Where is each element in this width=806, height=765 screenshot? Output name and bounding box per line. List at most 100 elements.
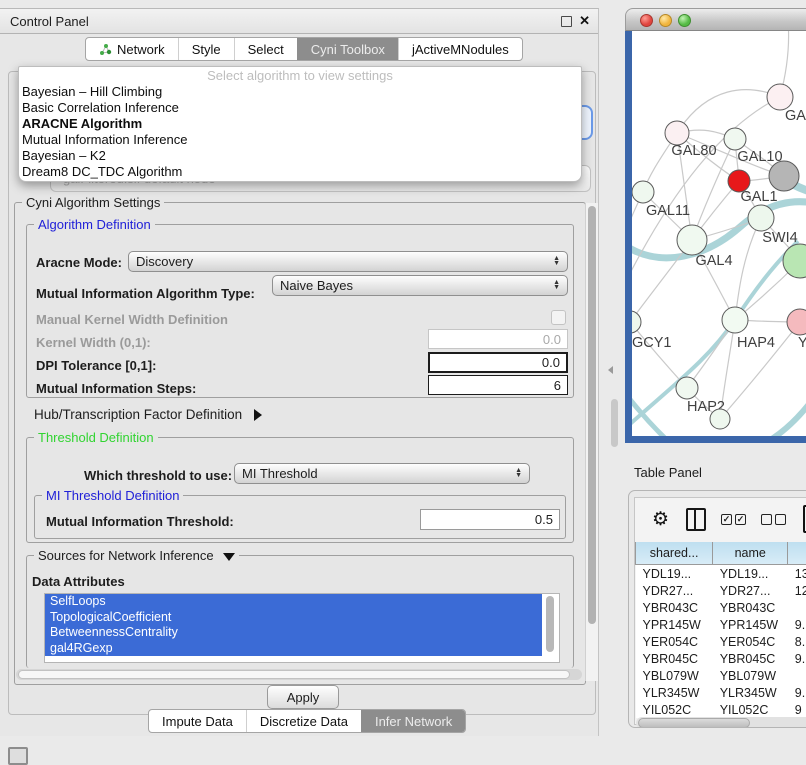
table-cell[interactable]: YBR045C xyxy=(713,650,788,667)
node-attribute-table[interactable]: shared...name YDL19...YDL19...13YDR27...… xyxy=(635,542,806,718)
table-row[interactable]: YPR145WYPR145W9. xyxy=(636,616,806,633)
table-cell[interactable]: YIL052C xyxy=(636,701,713,718)
sources-group-toggle[interactable]: Sources for Network Inference xyxy=(34,548,239,563)
table-row[interactable]: YBR043CYBR043C xyxy=(636,599,806,616)
table-cell[interactable]: YLR345W xyxy=(636,684,713,701)
data-attribute-item[interactable]: TopologicalCoefficient xyxy=(45,610,542,626)
kernel-width-field[interactable]: 0.0 xyxy=(428,329,568,349)
aracne-mode-combobox[interactable]: Discovery xyxy=(128,251,568,272)
tab-cyni-toolbox[interactable]: Cyni Toolbox xyxy=(297,38,398,60)
close-window-icon[interactable] xyxy=(640,14,653,27)
table-cell[interactable]: 9. xyxy=(788,684,806,701)
table-row[interactable]: YIL052CYIL052C9 xyxy=(636,701,806,718)
tab-network[interactable]: Network xyxy=(86,38,178,60)
table-row[interactable]: YDL19...YDL19...13 xyxy=(636,565,806,583)
dropdown-item[interactable]: Bayesian – K2 xyxy=(19,148,581,164)
network-node[interactable] xyxy=(632,311,641,333)
table-cell[interactable]: YPR145W xyxy=(636,616,713,633)
table-cell[interactable]: YER054C xyxy=(713,633,788,650)
gear-icon[interactable]: ⚙ xyxy=(652,510,669,529)
which-threshold-combobox[interactable]: MI Threshold xyxy=(234,463,530,484)
float-panel-icon[interactable] xyxy=(561,16,572,27)
table-cell[interactable] xyxy=(788,667,806,684)
tab-infer-network[interactable]: Infer Network xyxy=(361,710,465,732)
dropdown-item[interactable]: Dream8 DC_TDC Algorithm xyxy=(19,164,581,180)
dpi-tolerance-field[interactable]: 0.0 xyxy=(428,352,568,373)
settings-horizontal-scrollbar-thumb[interactable] xyxy=(18,670,570,679)
data-attribute-item[interactable]: BetweennessCentrality xyxy=(45,625,542,641)
dropdown-item[interactable]: Mutual Information Inference xyxy=(19,132,581,148)
network-node[interactable] xyxy=(783,244,806,278)
table-row[interactable]: YLR345WYLR345W9. xyxy=(636,684,806,701)
table-cell[interactable]: YER054C xyxy=(636,633,713,650)
table-cell[interactable]: 13 xyxy=(788,565,806,583)
table-cell[interactable]: YBR045C xyxy=(636,650,713,667)
data-attribute-item[interactable]: SelfLoops xyxy=(45,594,542,610)
tab-discretize-data[interactable]: Discretize Data xyxy=(246,710,361,732)
table-column-header[interactable]: shared... xyxy=(636,542,713,565)
table-cell[interactable]: YBR043C xyxy=(636,599,713,616)
network-node[interactable] xyxy=(769,161,799,191)
table-cell[interactable]: YDL19... xyxy=(713,565,788,583)
table-cell[interactable]: YDL19... xyxy=(636,565,713,583)
table-cell[interactable]: YIL052C xyxy=(713,701,788,718)
settings-vertical-scrollbar-thumb[interactable] xyxy=(588,206,596,624)
close-panel-icon[interactable]: ✕ xyxy=(579,13,590,29)
table-horizontal-scrollbar[interactable] xyxy=(636,717,806,728)
table-cell[interactable]: YDR27... xyxy=(713,582,788,599)
panel-splitter-handle[interactable] xyxy=(608,366,613,374)
manual-kernel-width-checkbox[interactable] xyxy=(551,310,566,325)
table-horizontal-scrollbar-thumb[interactable] xyxy=(638,718,750,728)
select-all-columns-icon[interactable]: ✓✓ xyxy=(721,514,746,525)
side-scrollbar-fragment[interactable] xyxy=(611,399,618,447)
network-node[interactable] xyxy=(710,409,730,429)
table-row[interactable]: YDR27...YDR27...12 xyxy=(636,582,806,599)
table-cell[interactable]: YDR27... xyxy=(636,582,713,599)
table-cell[interactable]: 12 xyxy=(788,582,806,599)
show-columns-icon[interactable] xyxy=(686,508,706,531)
network-node[interactable] xyxy=(676,377,698,399)
table-cell[interactable]: 9 xyxy=(788,701,806,718)
table-cell[interactable]: YBR043C xyxy=(713,599,788,616)
network-node[interactable] xyxy=(787,309,806,335)
table-cell[interactable]: YPR145W xyxy=(713,616,788,633)
network-canvas[interactable]: GALGAL80GAL10GAL1GAL11SWI4GAL4GCY1HAP4YH… xyxy=(625,31,806,443)
network-node[interactable] xyxy=(767,84,793,110)
mi-algorithm-type-combobox[interactable]: Naive Bayes xyxy=(272,275,568,296)
tab-jactivemnodules[interactable]: jActiveMNodules xyxy=(398,38,522,60)
dropdown-item[interactable]: Bayesian – Hill Climbing xyxy=(19,84,581,100)
dropdown-item[interactable]: Basic Correlation Inference xyxy=(19,100,581,116)
mi-steps-field[interactable]: 6 xyxy=(428,375,568,395)
table-column-header[interactable]: name xyxy=(713,542,788,565)
data-attributes-list-scrollbar[interactable] xyxy=(546,596,554,652)
table-column-header[interactable] xyxy=(788,542,806,565)
table-cell[interactable]: 9. xyxy=(788,616,806,633)
network-node[interactable] xyxy=(665,121,689,145)
settings-horizontal-scrollbar[interactable] xyxy=(16,669,582,680)
tab-select[interactable]: Select xyxy=(234,38,297,60)
settings-vertical-scrollbar[interactable] xyxy=(585,203,598,681)
table-cell[interactable]: 9. xyxy=(788,650,806,667)
table-row[interactable]: YBL079WYBL079W xyxy=(636,667,806,684)
table-cell[interactable]: YBL079W xyxy=(636,667,713,684)
network-node[interactable] xyxy=(722,307,748,333)
zoom-window-icon[interactable] xyxy=(678,14,691,27)
mi-threshold-field[interactable]: 0.5 xyxy=(420,509,560,530)
network-node[interactable] xyxy=(677,225,707,255)
table-row[interactable]: YBR045CYBR045C9. xyxy=(636,650,806,667)
minimize-window-icon[interactable] xyxy=(659,14,672,27)
dock-panel-icon[interactable] xyxy=(8,747,28,765)
hub-factor-section-toggle[interactable]: Hub/Transcription Factor Definition xyxy=(34,407,262,422)
tab-impute-data[interactable]: Impute Data xyxy=(149,710,246,732)
table-row[interactable]: YER054CYER054C8. xyxy=(636,633,806,650)
network-window-titlebar[interactable] xyxy=(625,8,806,31)
data-attribute-item[interactable]: gal4RGexp xyxy=(45,641,542,657)
data-attributes-list[interactable]: SelfLoopsTopologicalCoefficientBetweenne… xyxy=(44,593,560,663)
table-cell[interactable] xyxy=(788,599,806,616)
network-node[interactable] xyxy=(632,181,654,203)
table-cell[interactable]: 8. xyxy=(788,633,806,650)
network-node[interactable] xyxy=(724,128,746,150)
table-cell[interactable]: YBL079W xyxy=(713,667,788,684)
dropdown-item[interactable]: ARACNE Algorithm xyxy=(19,116,581,132)
table-cell[interactable]: YLR345W xyxy=(713,684,788,701)
